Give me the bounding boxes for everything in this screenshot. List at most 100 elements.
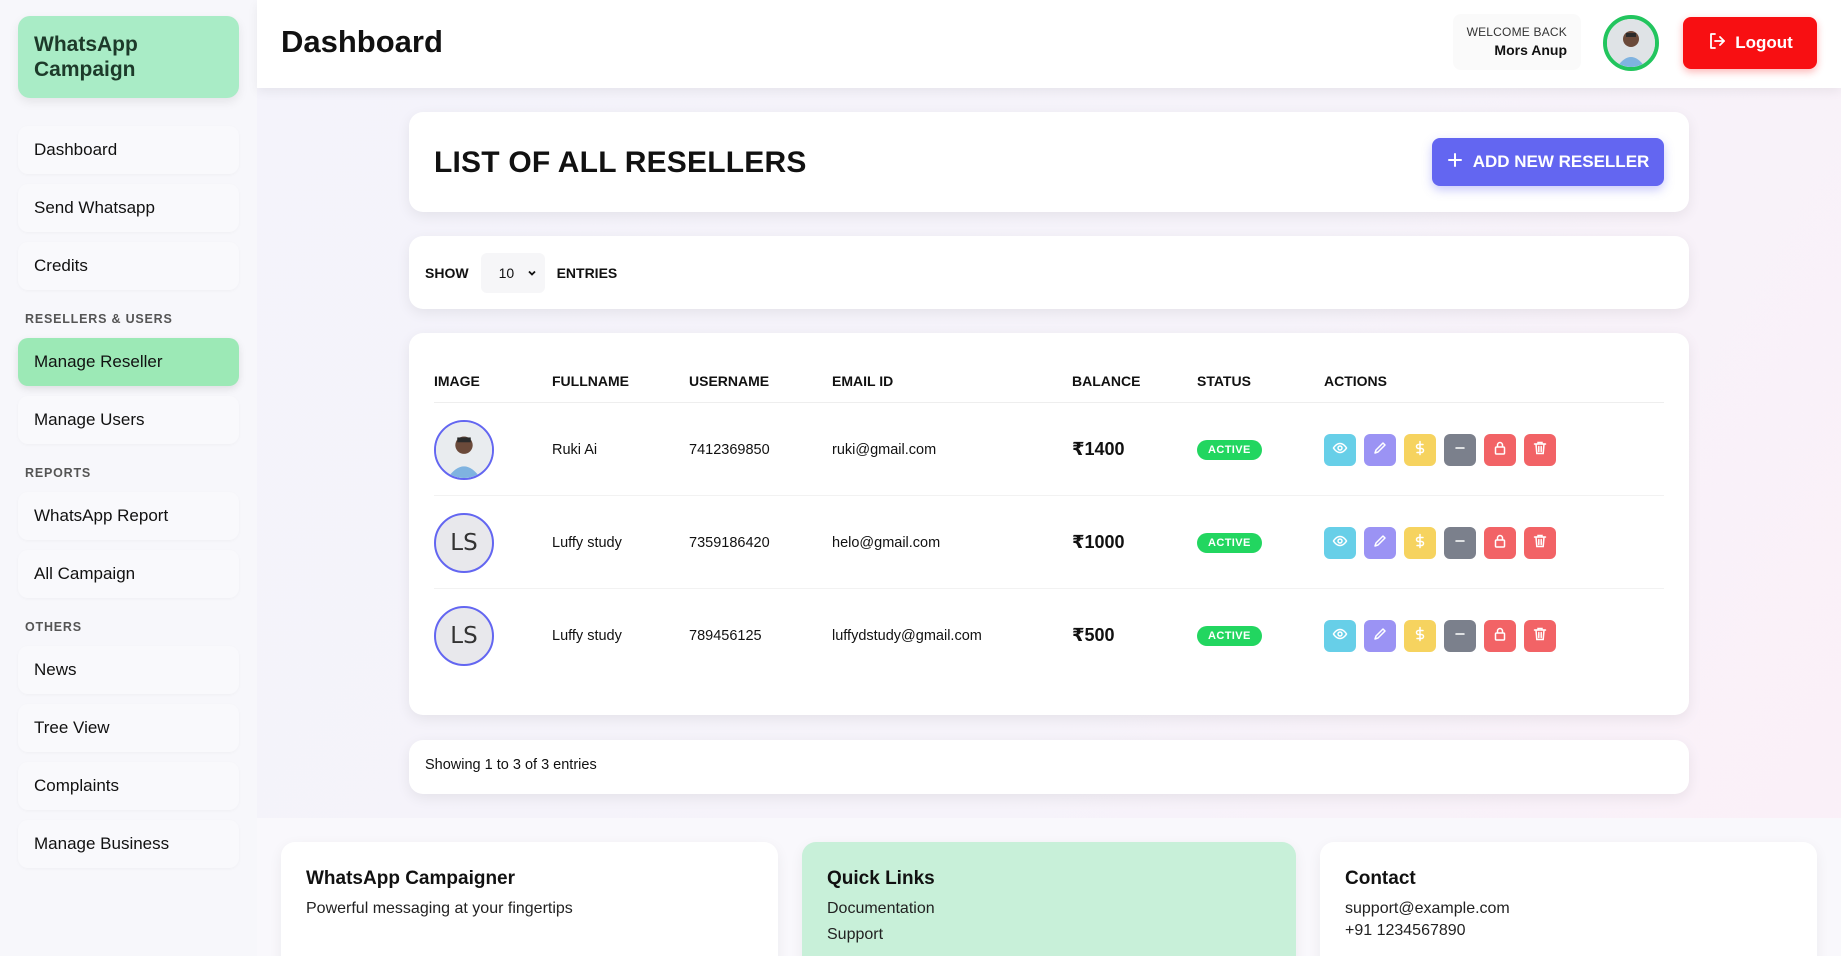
trash-icon xyxy=(1532,626,1548,646)
cell-fullname: Ruki Ai xyxy=(552,441,598,458)
cell-username: 789456125 xyxy=(689,627,762,644)
table-row: Ruki Ai 7412369850 ruki@gmail.com ₹1400 … xyxy=(434,403,1664,496)
sidebar-item-manage-users[interactable]: Manage Users xyxy=(18,396,239,444)
logout-button[interactable]: Logout xyxy=(1683,17,1817,69)
status-badge: ACTIVE xyxy=(1197,532,1262,553)
view-button[interactable] xyxy=(1324,526,1356,559)
edit-button[interactable] xyxy=(1364,433,1396,466)
eye-icon xyxy=(1332,533,1348,553)
row-actions xyxy=(1324,433,1556,466)
cell-fullname: Luffy study xyxy=(552,534,622,551)
cell-email: ruki@gmail.com xyxy=(832,441,937,458)
footer-link-documentation[interactable]: Documentation xyxy=(827,900,1271,918)
showing-entries-text: Showing 1 to 3 of 3 entries xyxy=(425,757,597,773)
brand-logo[interactable]: WhatsApp Campaign xyxy=(18,16,239,98)
pencil-icon xyxy=(1372,440,1388,460)
table-header: IMAGE FULLNAME USERNAME EMAIL ID BALANCE… xyxy=(434,373,1664,403)
show-label: SHOW xyxy=(425,265,469,281)
page-title: Dashboard xyxy=(281,24,443,59)
col-balance: BALANCE xyxy=(1072,373,1141,389)
lock-button[interactable] xyxy=(1484,433,1516,466)
pencil-icon xyxy=(1372,626,1388,646)
delete-button[interactable] xyxy=(1524,433,1556,466)
logout-label: Logout xyxy=(1735,33,1793,52)
lock-icon xyxy=(1492,626,1508,646)
dollar-icon xyxy=(1412,533,1428,553)
view-button[interactable] xyxy=(1324,433,1356,466)
cell-balance: ₹1000 xyxy=(1072,532,1125,552)
lock-icon xyxy=(1492,533,1508,553)
cell-username: 7412369850 xyxy=(689,441,770,458)
deduct-button[interactable] xyxy=(1444,433,1476,466)
section-heading-resellers: RESELLERS & USERS xyxy=(25,312,173,326)
cell-balance: ₹1400 xyxy=(1072,439,1125,459)
footer-contact-email[interactable]: support@example.com xyxy=(1345,900,1792,918)
logout-icon xyxy=(1707,31,1727,56)
credit-button[interactable] xyxy=(1404,619,1436,652)
sidebar-item-news[interactable]: News xyxy=(18,646,239,694)
eye-icon xyxy=(1332,626,1348,646)
minus-icon xyxy=(1452,626,1468,646)
entries-label: ENTRIES xyxy=(556,265,618,281)
sidebar-item-complaints[interactable]: Complaints xyxy=(18,762,239,810)
table-row: LS Luffy study 789456125 luffydstudy@gma… xyxy=(434,589,1664,682)
list-title: LIST OF ALL RESELLERS xyxy=(434,146,807,179)
edit-button[interactable] xyxy=(1364,619,1396,652)
trash-icon xyxy=(1532,440,1548,460)
lock-button[interactable] xyxy=(1484,526,1516,559)
sidebar-item-whatsapp-report[interactable]: WhatsApp Report xyxy=(18,492,239,540)
view-button[interactable] xyxy=(1324,619,1356,652)
delete-button[interactable] xyxy=(1524,526,1556,559)
col-actions: ACTIONS xyxy=(1324,373,1387,389)
footer-about-card: WhatsApp Campaigner Powerful messaging a… xyxy=(281,842,778,956)
trash-icon xyxy=(1532,533,1548,553)
eye-icon xyxy=(1332,440,1348,460)
edit-button[interactable] xyxy=(1364,526,1396,559)
delete-button[interactable] xyxy=(1524,619,1556,652)
list-title-card: LIST OF ALL RESELLERS ADD NEW RESELLER xyxy=(409,112,1689,212)
sidebar-item-credits[interactable]: Credits xyxy=(18,242,239,290)
chevron-down-icon xyxy=(527,265,537,281)
row-actions xyxy=(1324,619,1556,652)
section-heading-reports: REPORTS xyxy=(25,466,92,480)
user-name: Mors Anup xyxy=(1494,42,1567,58)
user-avatar[interactable] xyxy=(1603,15,1659,71)
sidebar-item-send-whatsapp[interactable]: Send Whatsapp xyxy=(18,184,239,232)
minus-icon xyxy=(1452,440,1468,460)
cell-fullname: Luffy study xyxy=(552,627,622,644)
entries-card: SHOW 10 ENTRIES xyxy=(409,236,1689,309)
add-new-reseller-button[interactable]: ADD NEW RESELLER xyxy=(1432,138,1664,186)
reseller-avatar: LS xyxy=(434,605,494,666)
dollar-icon xyxy=(1412,626,1428,646)
status-badge: ACTIVE xyxy=(1197,439,1262,460)
add-button-label: ADD NEW RESELLER xyxy=(1472,152,1650,171)
table-row: LS Luffy study 7359186420 helo@gmail.com… xyxy=(434,496,1664,589)
sidebar-item-dashboard[interactable]: Dashboard xyxy=(18,126,239,174)
lock-button[interactable] xyxy=(1484,619,1516,652)
sidebar-item-manage-business[interactable]: Manage Business xyxy=(18,820,239,868)
col-email: EMAIL ID xyxy=(832,373,894,389)
reseller-avatar xyxy=(434,419,494,480)
footer-contact-title: Contact xyxy=(1345,868,1416,889)
footer-contact-card: Contact support@example.com +91 12345678… xyxy=(1320,842,1817,956)
entries-select[interactable]: 10 xyxy=(480,253,545,293)
top-header: Dashboard WELCOME BACK Mors Anup Logout xyxy=(257,0,1841,88)
cell-username: 7359186420 xyxy=(689,534,770,551)
sidebar-item-manage-reseller[interactable]: Manage Reseller xyxy=(18,338,239,386)
footer-link-support[interactable]: Support xyxy=(827,926,1271,944)
dollar-icon xyxy=(1412,440,1428,460)
pagination-info-card: Showing 1 to 3 of 3 entries xyxy=(409,740,1689,794)
pencil-icon xyxy=(1372,533,1388,553)
credit-button[interactable] xyxy=(1404,433,1436,466)
cell-email: helo@gmail.com xyxy=(832,534,941,551)
entries-value: 10 xyxy=(498,265,515,281)
sidebar-item-tree-view[interactable]: Tree View xyxy=(18,704,239,752)
deduct-button[interactable] xyxy=(1444,526,1476,559)
sidebar-item-all-campaign[interactable]: All Campaign xyxy=(18,550,239,598)
footer-about-title: WhatsApp Campaigner xyxy=(306,868,516,889)
cell-balance: ₹500 xyxy=(1072,625,1115,645)
section-heading-others: OTHERS xyxy=(25,620,82,634)
credit-button[interactable] xyxy=(1404,526,1436,559)
deduct-button[interactable] xyxy=(1444,619,1476,652)
col-status: STATUS xyxy=(1197,373,1251,389)
